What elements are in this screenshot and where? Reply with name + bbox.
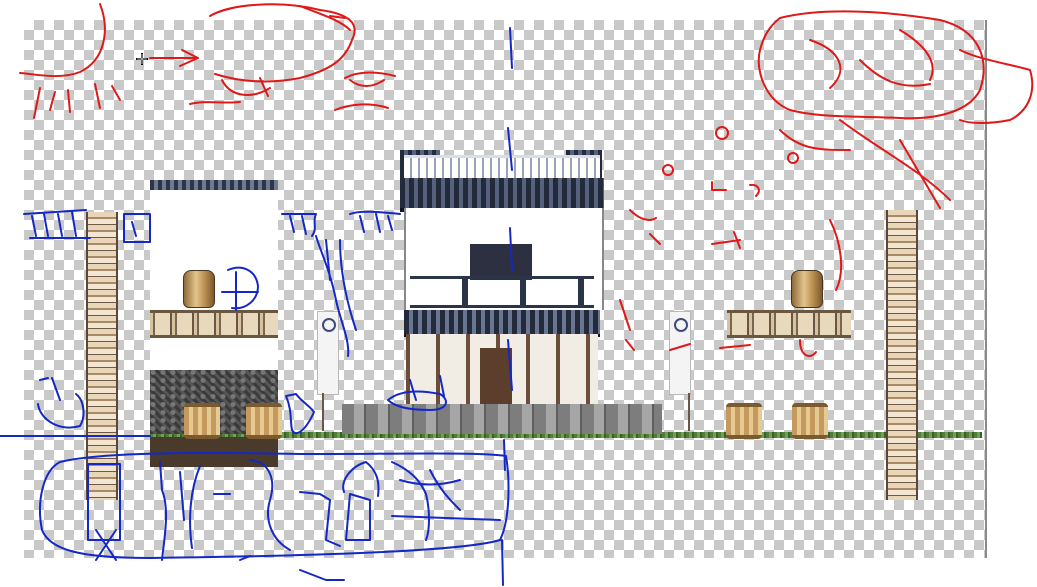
house-window[interactable] <box>470 244 532 280</box>
house-upper-roof[interactable] <box>400 178 604 212</box>
banner-pole <box>322 393 324 431</box>
barrel[interactable] <box>184 403 220 439</box>
house-balcony-rail[interactable] <box>410 276 594 308</box>
wooden-railing-right[interactable] <box>727 310 851 338</box>
grain-sack-right[interactable] <box>791 270 823 308</box>
canvas-edge <box>985 20 987 558</box>
barrel[interactable] <box>792 403 828 439</box>
banner-pole <box>688 393 690 431</box>
house-lower-roof[interactable] <box>404 310 600 337</box>
house-door[interactable] <box>480 348 512 406</box>
barrel[interactable] <box>726 403 762 439</box>
banner-left[interactable] <box>317 311 339 395</box>
barrel[interactable] <box>246 403 282 439</box>
dirt-block[interactable] <box>150 437 278 467</box>
wooden-railing-left[interactable] <box>150 310 278 338</box>
warehouse-roof[interactable] <box>150 180 278 190</box>
house-top-deck[interactable] <box>404 155 600 180</box>
banner-right[interactable] <box>669 311 691 395</box>
right-pillar[interactable] <box>886 210 918 500</box>
stone-foundation[interactable] <box>342 404 662 434</box>
grain-sack-left[interactable] <box>183 270 215 308</box>
left-pillar[interactable] <box>86 212 118 500</box>
move-cursor-icon <box>136 53 148 65</box>
